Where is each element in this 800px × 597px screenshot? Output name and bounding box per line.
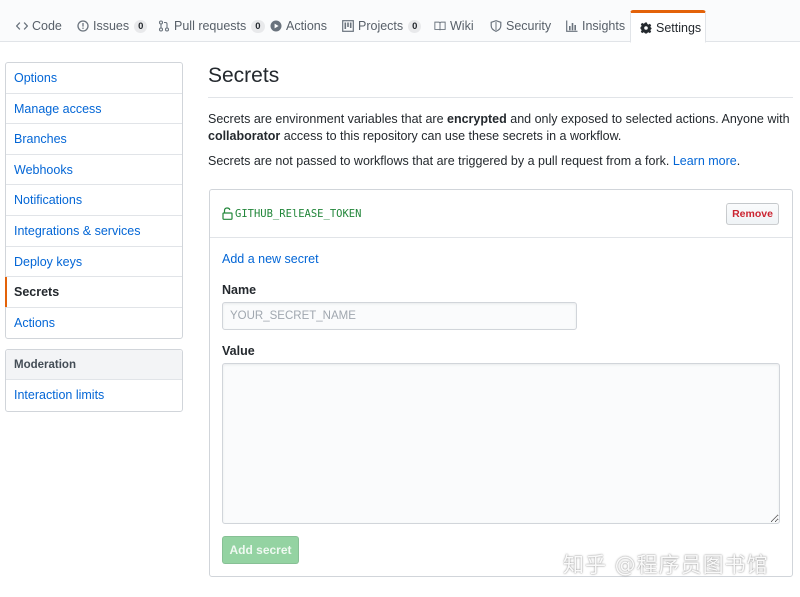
secret-value-textarea[interactable] (222, 363, 780, 524)
tab-security[interactable]: Security (481, 10, 560, 42)
sidebar-item-integrations[interactable]: Integrations & services (6, 216, 182, 247)
page-title: Secrets (208, 64, 280, 87)
sidebar-item-interaction-limits[interactable]: Interaction limits (6, 380, 182, 411)
sidebar-item-deploy-keys[interactable]: Deploy keys (6, 247, 182, 278)
tab-projects[interactable]: Projects 0 (333, 10, 430, 42)
secrets-box: GITHUB_RElEASE_TOKEN Remove Add a new se… (209, 189, 793, 577)
fork-notice: Secrets are not passed to workflows that… (208, 154, 741, 168)
add-secret-button[interactable]: Add secret (222, 536, 299, 564)
value-label: Value (222, 344, 255, 358)
tab-issues[interactable]: Issues 0 (68, 10, 156, 42)
moderation-sidebar: Moderation Interaction limits (5, 349, 183, 412)
title-divider (208, 97, 793, 98)
secret-name: GITHUB_RElEASE_TOKEN (235, 207, 362, 220)
tab-wiki[interactable]: Wiki (425, 10, 483, 42)
sidebar-item-options[interactable]: Options (6, 63, 182, 94)
sidebar-item-secrets[interactable]: Secrets (5, 277, 182, 308)
secret-entry: GITHUB_RElEASE_TOKEN (222, 207, 361, 220)
gear-icon (640, 22, 652, 34)
tab-label: Settings (656, 20, 702, 35)
sidebar-item-notifications[interactable]: Notifications (6, 185, 182, 216)
tab-label: Projects (358, 19, 404, 33)
code-icon (16, 20, 28, 32)
secrets-description: Secrets are environment variables that a… (208, 112, 790, 143)
name-label: Name (222, 283, 257, 297)
book-icon (434, 20, 446, 32)
learn-more-link[interactable]: Learn more (673, 154, 737, 168)
sidebar-item-manage-access[interactable]: Manage access (6, 94, 182, 125)
sidebar-item-actions[interactable]: Actions (6, 308, 182, 339)
tab-label: Insights (582, 19, 626, 33)
watermark: 知乎 @程序员图书馆 (563, 553, 769, 577)
remove-secret-button[interactable]: Remove (726, 203, 779, 225)
secret-row: GITHUB_RElEASE_TOKEN Remove (210, 190, 792, 238)
sidebar-item-webhooks[interactable]: Webhooks (6, 155, 182, 186)
play-icon (270, 20, 282, 32)
tab-label: Code (32, 19, 62, 33)
sidebar-item-branches[interactable]: Branches (6, 124, 182, 155)
tab-code[interactable]: Code (7, 10, 71, 42)
moderation-heading: Moderation (6, 350, 182, 380)
tab-label: Actions (286, 19, 327, 33)
issues-count: 0 (134, 19, 148, 33)
tab-label: Pull requests (174, 19, 247, 33)
graph-icon (566, 20, 578, 32)
tab-actions[interactable]: Actions (261, 10, 336, 42)
add-new-secret-link[interactable]: Add a new secret (222, 252, 319, 266)
tab-label: Wiki (450, 19, 474, 33)
issue-icon (77, 20, 89, 32)
pull-request-icon (158, 20, 170, 32)
encrypted-emphasis: encrypted (447, 112, 507, 126)
repo-nav-tabs: Code Issues 0 Pull requests 0 Actions Pr… (0, 0, 800, 43)
tab-insights[interactable]: Insights (557, 10, 634, 42)
collaborator-emphasis: collaborator (208, 129, 281, 143)
settings-sidebar: Options Manage access Branches Webhooks … (5, 62, 183, 340)
shield-icon (490, 20, 502, 32)
tab-settings[interactable]: Settings (630, 10, 706, 43)
tab-label: Security (506, 19, 552, 33)
unlock-icon (222, 207, 233, 220)
projects-count: 0 (408, 19, 422, 33)
secret-name-input[interactable] (222, 302, 577, 330)
project-icon (342, 20, 354, 32)
tab-label: Issues (93, 19, 130, 33)
tab-pull-requests[interactable]: Pull requests 0 (149, 10, 274, 42)
